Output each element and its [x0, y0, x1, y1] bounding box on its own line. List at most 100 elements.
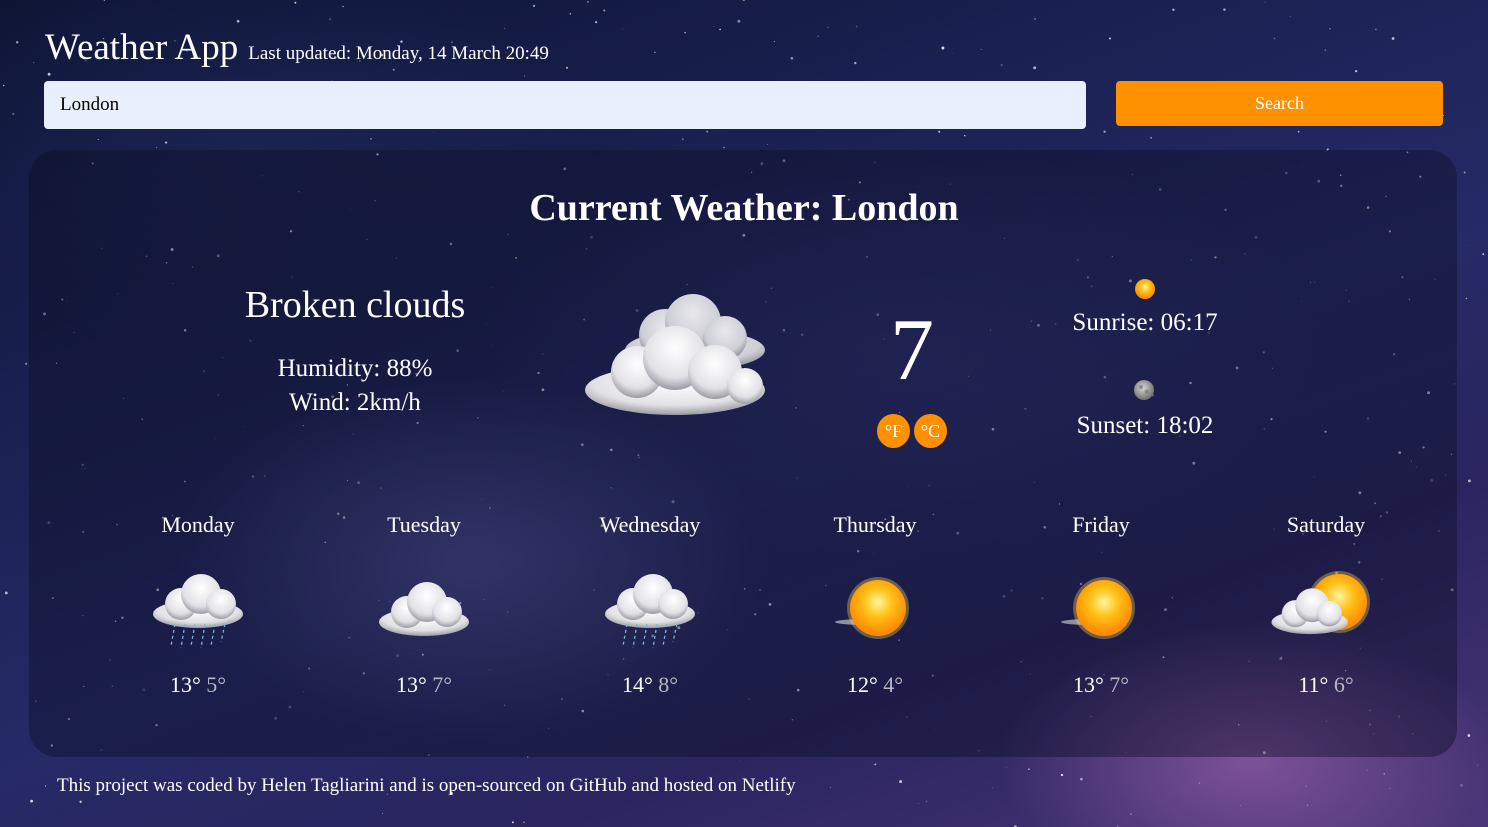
star — [15, 41, 19, 44]
fahrenheit-button[interactable]: °F — [877, 414, 910, 448]
star — [532, 4, 536, 7]
star — [45, 785, 47, 787]
star — [1198, 782, 1201, 784]
star — [1329, 28, 1331, 30]
star — [1109, 37, 1111, 40]
star — [1477, 764, 1479, 766]
sunset-time: Sunset: 18:02 — [1076, 412, 1214, 439]
star — [992, 787, 993, 789]
star — [1482, 253, 1485, 256]
forecast-day: Wednesday 14° 8° — [550, 512, 750, 698]
star — [742, 0, 745, 2]
forecast-day: Monday 13° 5° — [98, 512, 298, 698]
search-button[interactable]: Search — [1116, 81, 1443, 126]
forecast-low: 7° — [1109, 672, 1130, 697]
star — [156, 146, 157, 148]
star — [829, 786, 832, 789]
star — [79, 800, 82, 803]
star — [706, 130, 709, 133]
forecast-temps: 13° 7° — [324, 672, 524, 698]
forecast-day: Friday 13° 7° — [1001, 512, 1201, 698]
forecast-day-name: Tuesday — [387, 512, 461, 537]
star — [1366, 769, 1368, 771]
cloud-icon — [379, 582, 469, 636]
wind-text: Wind: 2km/h — [289, 389, 421, 416]
star — [1149, 136, 1153, 140]
weather-description: Broken clouds — [244, 284, 466, 326]
star — [1130, 813, 1132, 815]
star — [342, 5, 344, 8]
star — [1034, 18, 1036, 20]
forecast-day-name: Thursday — [833, 512, 917, 537]
star — [1240, 804, 1241, 806]
star — [1383, 773, 1385, 775]
current-temperature: 7 — [890, 302, 934, 399]
rain-cloud-icon — [153, 574, 243, 649]
star — [1103, 130, 1106, 133]
star — [817, 35, 819, 37]
star — [294, 1, 297, 4]
star — [951, 52, 953, 54]
last-updated-text: Last updated: Monday, 14 March 20:49 — [248, 43, 549, 64]
broken-clouds-icon — [585, 294, 765, 415]
star — [740, 760, 742, 762]
star — [524, 75, 526, 77]
star — [918, 802, 919, 804]
star — [1172, 8, 1175, 11]
sun-cloud-icon — [1271, 571, 1370, 635]
star — [1306, 804, 1309, 806]
star — [941, 46, 945, 50]
star — [1468, 479, 1471, 483]
star — [737, 19, 741, 23]
star — [684, 31, 686, 34]
star — [1305, 785, 1307, 788]
forecast-low: 8° — [658, 672, 679, 697]
star — [899, 780, 903, 784]
forecast-temps: 12° 4° — [775, 672, 975, 698]
star — [855, 25, 858, 28]
forecast-temps: 13° 7° — [1001, 672, 1201, 698]
star — [12, 112, 15, 116]
star — [511, 821, 514, 824]
current-conditions: Broken clouds Humidity: 88% Wind: 2km/h — [200, 283, 510, 417]
forecast-low: 5° — [206, 672, 227, 697]
star — [827, 26, 829, 29]
star — [1264, 1, 1266, 3]
star — [381, 812, 384, 814]
star — [595, 21, 598, 24]
star — [236, 19, 240, 23]
star — [370, 137, 372, 140]
star — [103, 0, 106, 1]
star — [1389, 787, 1391, 789]
city-search-input[interactable] — [44, 81, 1086, 129]
forecast-high: 13° — [395, 672, 427, 697]
star — [1463, 171, 1466, 174]
forecast-high: 11° — [1298, 672, 1329, 697]
star — [47, 72, 51, 76]
star — [433, 131, 435, 133]
star — [1028, 768, 1030, 771]
sun-icon — [835, 577, 909, 639]
star — [980, 49, 982, 50]
forecast-low: 4° — [883, 672, 904, 697]
forecast-temps: 14° 8° — [550, 672, 750, 698]
star — [1466, 244, 1468, 246]
sunrise-time: Sunrise: 06:17 — [1072, 309, 1218, 336]
app-header: Weather App Last updated: Monday, 14 Mar… — [45, 26, 549, 69]
forecast-day-name: Wednesday — [599, 512, 701, 537]
star — [1060, 773, 1064, 777]
forecast-low: 6° — [1333, 672, 1354, 697]
celsius-button[interactable]: °C — [914, 414, 947, 448]
rain-cloud-icon — [605, 574, 695, 649]
forecast-high: 12° — [846, 672, 878, 697]
forecast-temps: 11° 6° — [1226, 672, 1426, 698]
star — [938, 130, 941, 133]
forecast-day: Saturday 11° 6° — [1226, 512, 1426, 698]
star — [1324, 49, 1326, 51]
star — [790, 56, 794, 60]
star — [569, 13, 572, 15]
sunset-moon-icon — [1134, 380, 1154, 400]
forecast-day-name: Friday — [1072, 512, 1130, 537]
star — [723, 146, 725, 149]
star — [925, 800, 928, 803]
